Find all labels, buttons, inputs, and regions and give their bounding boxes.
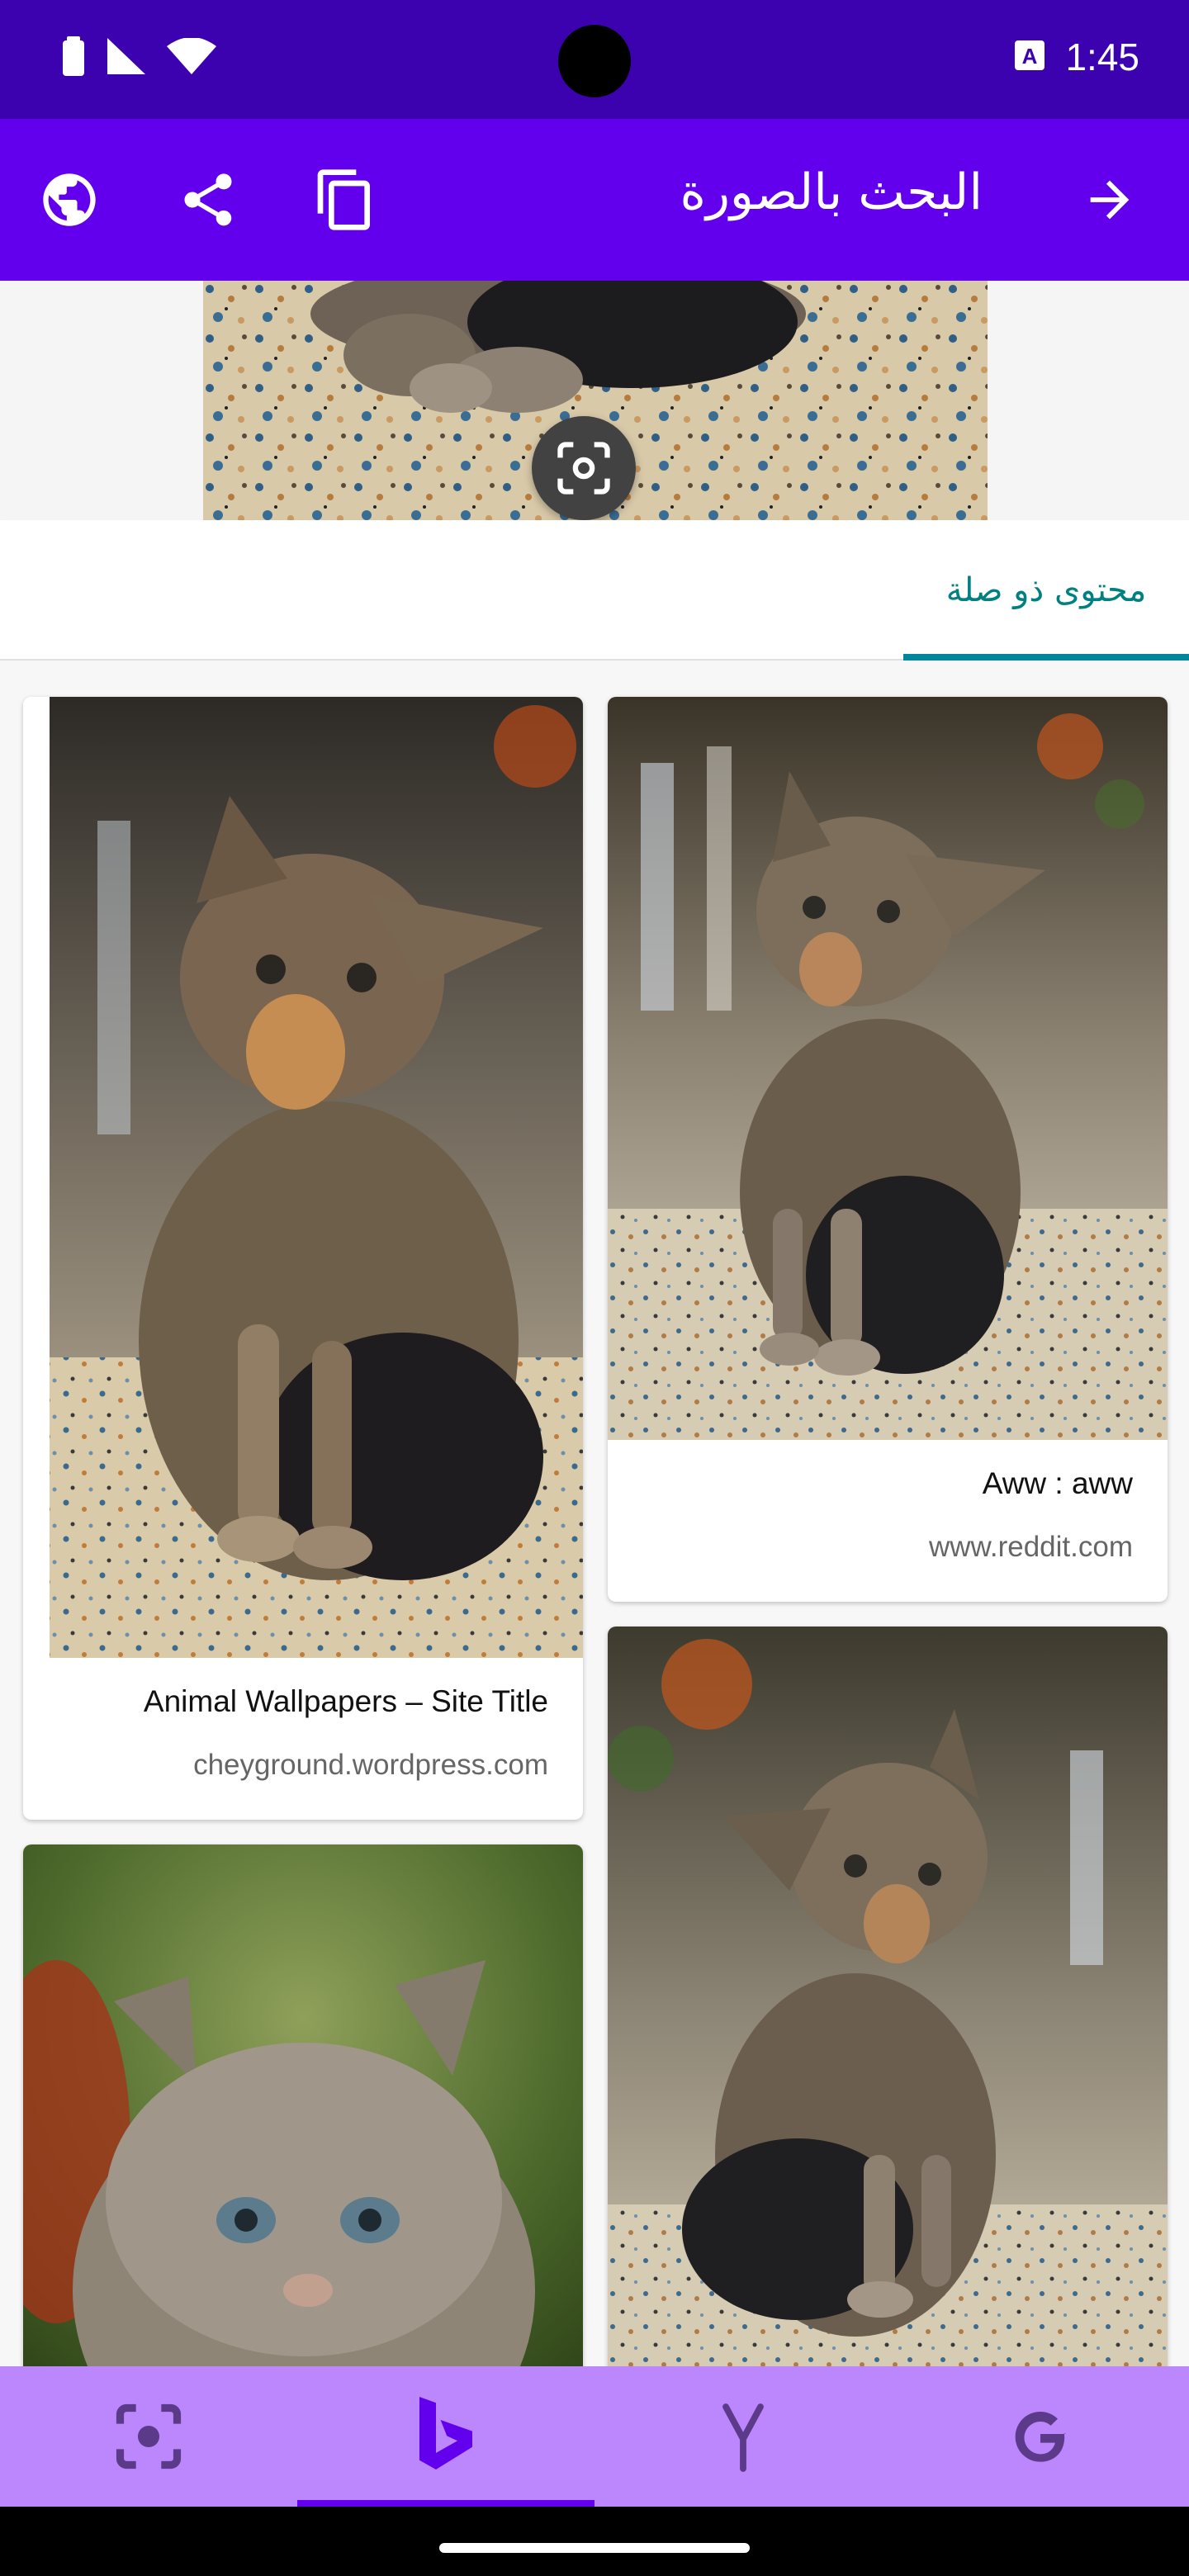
status-icons-right: A 1:45 <box>1014 35 1139 79</box>
result-card[interactable]: Animal Wallpapers – Site Title cheygroun… <box>23 697 583 1820</box>
bottom-navigation <box>0 2366 1189 2507</box>
results-tabs: محتوى ذو صلة <box>0 520 1189 661</box>
wifi-icon <box>167 37 216 78</box>
share-icon[interactable] <box>168 160 248 239</box>
keyboard-a-icon: A <box>1014 40 1045 75</box>
result-card[interactable] <box>23 1844 583 2366</box>
arrow-forward-icon[interactable] <box>1070 160 1149 239</box>
result-source: www.reddit.com <box>928 1531 1133 1563</box>
copy-icon[interactable] <box>306 160 385 239</box>
result-title[interactable]: Aww : aww <box>983 1466 1133 1501</box>
result-source: cheyground.wordpress.com <box>193 1749 548 1781</box>
globe-icon[interactable] <box>30 160 109 239</box>
lens-scan-icon <box>557 442 610 495</box>
google-icon <box>1015 2412 1067 2462</box>
status-bar: A 1:45 <box>0 0 1189 119</box>
status-time: 1:45 <box>1065 36 1139 78</box>
result-image <box>608 1627 1168 2366</box>
gesture-bar <box>0 2507 1189 2576</box>
result-image <box>23 1844 583 2366</box>
battery-icon <box>61 36 86 80</box>
yandex-icon <box>722 2403 764 2472</box>
bing-icon <box>419 2397 472 2469</box>
nav-bing[interactable] <box>297 2366 594 2507</box>
lens-icon <box>116 2403 182 2469</box>
result-title[interactable]: Animal Wallpapers – Site Title <box>144 1684 548 1719</box>
svg-text:A: A <box>1022 44 1038 69</box>
home-gesture-pill[interactable] <box>439 2543 750 2553</box>
crop-lens-button[interactable] <box>532 416 636 520</box>
app-bar: البحث بالصورة <box>0 119 1189 281</box>
nav-yandex[interactable] <box>594 2366 892 2507</box>
result-image <box>23 697 583 1658</box>
nav-google[interactable] <box>892 2366 1189 2507</box>
result-card[interactable] <box>608 1627 1168 2366</box>
page-title: البحث بالصورة <box>680 163 983 221</box>
tab-related-content[interactable]: محتوى ذو صلة <box>903 520 1189 661</box>
result-image <box>608 697 1168 1440</box>
signal-icon <box>107 38 145 78</box>
result-card[interactable]: Aww : aww www.reddit.com <box>608 697 1168 1602</box>
nav-selected-indicator <box>297 2500 594 2507</box>
status-icons-left <box>61 36 216 80</box>
nav-lens[interactable] <box>0 2366 297 2507</box>
camera-cutout <box>558 25 631 97</box>
results-grid: Aww : aww www.reddit.com Animal Wallpape… <box>0 661 1189 2366</box>
tab-indicator <box>903 654 1189 661</box>
